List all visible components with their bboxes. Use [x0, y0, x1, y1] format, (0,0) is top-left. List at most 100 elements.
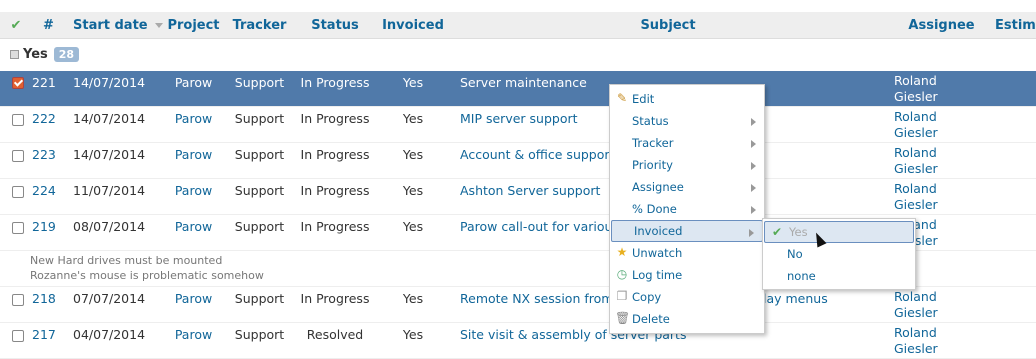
- table-row[interactable]: 222 14/07/2014 Parow Support In Progress Yes M…: [0, 106, 1036, 143]
- select-all-toggle[interactable]: ✔: [0, 12, 32, 39]
- subject-link[interactable]: Parow call-out for various: [460, 219, 619, 234]
- assignee-link[interactable]: RolandGiesler: [894, 181, 938, 212]
- assignee-first-name[interactable]: Roland: [894, 73, 937, 88]
- assignee-first-name[interactable]: Roland: [894, 325, 937, 340]
- column-tracker[interactable]: Tracker: [227, 12, 292, 39]
- row-checkbox[interactable]: [12, 185, 24, 198]
- row-select-cell[interactable]: [0, 322, 32, 359]
- row-checkbox[interactable]: [12, 77, 24, 89]
- checkmark-icon: ✔: [771, 225, 783, 239]
- column-invoiced[interactable]: Invoiced: [378, 12, 448, 39]
- row-select-cell[interactable]: [0, 214, 32, 251]
- subject-link[interactable]: MIP server support: [460, 111, 578, 126]
- collapse-group-icon[interactable]: [10, 50, 19, 60]
- menu-item-edit[interactable]: ✎ Edit: [610, 88, 764, 110]
- assignee-first-name[interactable]: Roland: [894, 289, 937, 304]
- project-link[interactable]: Parow: [175, 291, 212, 306]
- estimated-cell: [995, 286, 1036, 323]
- tracker-cell: Support: [227, 286, 292, 323]
- submenu-item-none[interactable]: none: [763, 265, 915, 287]
- row-checkbox[interactable]: [12, 293, 24, 306]
- issue-id-link[interactable]: 219: [32, 219, 56, 234]
- column-start-date-label[interactable]: Start date: [73, 18, 148, 33]
- project-link[interactable]: Parow: [175, 327, 212, 342]
- issue-id-link[interactable]: 223: [32, 147, 56, 162]
- subject-link[interactable]: Remote NX session from A: [460, 291, 626, 306]
- issue-id-link[interactable]: 221: [32, 75, 56, 90]
- assignee-first-name[interactable]: Roland: [894, 145, 937, 160]
- assignee-link[interactable]: RolandGiesler: [894, 325, 938, 356]
- group-header: Yes 28: [0, 39, 1036, 71]
- menu-item-done[interactable]: % Done: [610, 198, 764, 220]
- row-checkbox[interactable]: [12, 329, 24, 342]
- project-link[interactable]: Parow: [175, 111, 212, 126]
- row-checkbox[interactable]: [12, 113, 24, 126]
- table-row[interactable]: 221 14/07/2014 Parow Support In Progress Yes S…: [0, 70, 1036, 107]
- row-select-cell[interactable]: [0, 70, 32, 107]
- row-checkbox[interactable]: [12, 149, 24, 162]
- project-link[interactable]: Parow: [175, 219, 212, 234]
- table-row[interactable]: 224 11/07/2014 Parow Support In Progress Yes A…: [0, 178, 1036, 215]
- project-link[interactable]: Parow: [175, 75, 212, 90]
- assignee-link[interactable]: RolandGiesler: [894, 145, 938, 176]
- assignee-last-name[interactable]: Giesler: [894, 161, 938, 176]
- checkmark-icon[interactable]: ✔: [11, 18, 22, 33]
- submenu-item-no[interactable]: No: [763, 243, 915, 265]
- assignee-last-name[interactable]: Giesler: [894, 89, 938, 104]
- issue-id-link[interactable]: 224: [32, 183, 56, 198]
- row-select-cell[interactable]: [0, 142, 32, 179]
- row-checkbox[interactable]: [12, 221, 24, 234]
- submenu-arrow-icon: [751, 162, 756, 170]
- assignee-last-name[interactable]: Giesler: [894, 197, 938, 212]
- menu-item-log-time[interactable]: ◷ Log time: [610, 264, 764, 286]
- project-link[interactable]: Parow: [175, 147, 212, 162]
- menu-item-assignee[interactable]: Assignee: [610, 176, 764, 198]
- group-label: Yes: [23, 47, 48, 63]
- column-project[interactable]: Project: [160, 12, 227, 39]
- subject-link[interactable]: Server maintenance: [460, 75, 587, 90]
- column-estimated[interactable]: Estim: [995, 12, 1036, 39]
- menu-item-copy[interactable]: ❐ Copy: [610, 286, 764, 308]
- assignee-first-name[interactable]: Roland: [894, 109, 937, 124]
- column-assignee[interactable]: Assignee: [888, 12, 995, 39]
- assignee-last-name[interactable]: Giesler: [894, 305, 938, 320]
- subject-link[interactable]: Account & office support: [460, 147, 614, 162]
- menu-item-unwatch[interactable]: ★ Unwatch: [610, 242, 764, 264]
- menu-item-label: Unwatch: [632, 246, 683, 260]
- trash-icon: 🗑: [615, 311, 631, 325]
- table-row[interactable]: 223 14/07/2014 Parow Support In Progress Yes A…: [0, 142, 1036, 179]
- assignee-link[interactable]: RolandGiesler: [894, 109, 938, 140]
- column-id[interactable]: #: [32, 12, 65, 39]
- assignee-last-name[interactable]: Giesler: [894, 125, 938, 140]
- column-status[interactable]: Status: [292, 12, 378, 39]
- subject-link-tail[interactable]: lay menus: [763, 291, 828, 306]
- subject-link[interactable]: Ashton Server support: [460, 183, 600, 198]
- row-select-cell[interactable]: [0, 286, 32, 323]
- submenu-item-label: No: [787, 247, 803, 261]
- menu-item-delete[interactable]: 🗑 Delete: [610, 308, 764, 330]
- status-cell: In Progress: [292, 286, 378, 323]
- row-select-cell[interactable]: [0, 178, 32, 215]
- table-row[interactable]: 218 07/07/2014 Parow Support In Progress Yes R…: [0, 286, 1036, 323]
- project-link[interactable]: Parow: [175, 183, 212, 198]
- assignee-first-name[interactable]: Roland: [894, 181, 937, 196]
- menu-item-tracker[interactable]: Tracker: [610, 132, 764, 154]
- table-row[interactable]: 217 04/07/2014 Parow Support Resolved Yes Site…: [0, 322, 1036, 359]
- issue-id-link[interactable]: 218: [32, 291, 56, 306]
- menu-item-status[interactable]: Status: [610, 110, 764, 132]
- estimated-cell: [995, 70, 1036, 107]
- menu-item-label: Copy: [632, 290, 662, 304]
- row-select-cell[interactable]: [0, 106, 32, 143]
- submenu-arrow-icon: [751, 140, 756, 148]
- menu-item-invoiced[interactable]: Invoiced: [611, 220, 763, 242]
- submenu-item-yes[interactable]: ✔ Yes: [764, 221, 914, 243]
- issue-id-link[interactable]: 222: [32, 111, 56, 126]
- assignee-link[interactable]: RolandGiesler: [894, 289, 938, 320]
- issue-id-link[interactable]: 217: [32, 327, 56, 342]
- menu-item-priority[interactable]: Priority: [610, 154, 764, 176]
- invoiced-cell: Yes: [378, 286, 448, 323]
- assignee-link[interactable]: RolandGiesler: [894, 73, 938, 104]
- column-subject[interactable]: Subject: [448, 12, 888, 39]
- assignee-last-name[interactable]: Giesler: [894, 341, 938, 356]
- column-start-date[interactable]: Start date: [65, 12, 164, 39]
